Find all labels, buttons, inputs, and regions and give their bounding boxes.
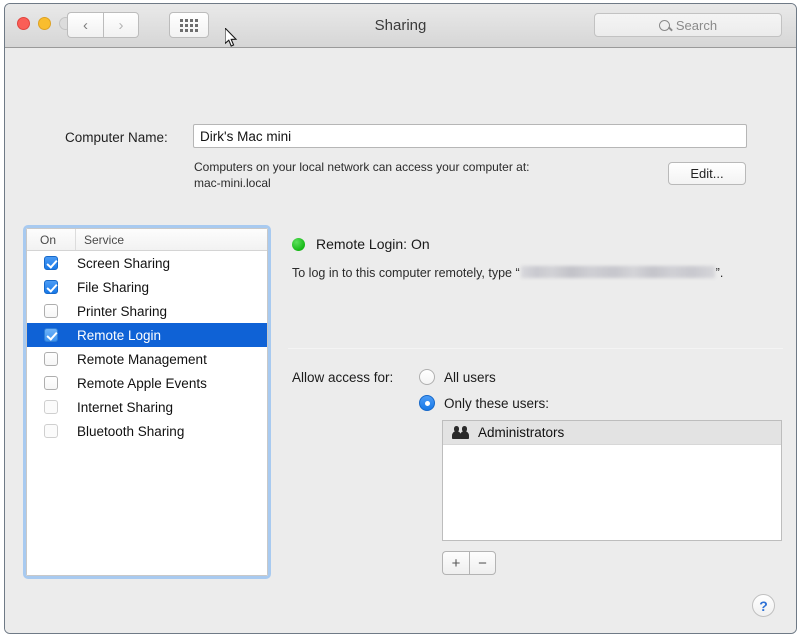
computer-name-label: Computer Name: [65,130,168,145]
service-checkbox[interactable] [44,256,58,270]
allowed-user-row[interactable]: Administrators [443,421,781,445]
service-checkbox[interactable] [44,328,58,342]
allowed-users-rows-container: Administrators [443,421,781,445]
sharing-preferences-window: ‹ › Sharing Search Computer Name: Dirk's [4,3,797,634]
remote-login-hint-prefix: To log in to this computer remotely, typ… [292,266,520,280]
service-row[interactable]: Remote Login [27,323,267,347]
remote-login-hint-suffix: ”. [715,266,724,280]
radio-all-users-button[interactable] [419,369,435,385]
services-list-header: On Service [27,229,267,251]
column-header-service: Service [75,229,267,250]
add-user-button[interactable]: + [442,551,469,575]
service-name-label: Bluetooth Sharing [77,423,185,439]
services-list[interactable]: On Service Screen Sharing File Sharing Pri… [23,225,271,579]
service-name-label: Remote Apple Events [77,375,207,391]
service-checkbox[interactable] [44,352,58,366]
service-name-label: Remote Login [77,327,162,343]
remote-login-hint: To log in to this computer remotely, typ… [292,265,723,280]
service-row[interactable]: Bluetooth Sharing [27,419,267,443]
services-list-inner: On Service Screen Sharing File Sharing Pri… [26,228,268,576]
service-name-label: Internet Sharing [77,399,174,415]
service-status-text: Remote Login: On [316,236,430,252]
edit-hostname-button[interactable]: Edit... [668,162,746,185]
allowed-user-name: Administrators [478,425,565,440]
window-titlebar: ‹ › Sharing Search [5,4,796,48]
group-icon [452,426,469,439]
radio-only-these-users[interactable]: Only these users: [419,395,549,411]
computer-name-input[interactable]: Dirk's Mac mini [193,124,747,148]
service-name-label: File Sharing [77,279,150,295]
service-checkbox[interactable] [44,376,58,390]
search-icon [658,19,670,31]
local-hostname: mac-mini.local [194,176,271,190]
service-name-label: Screen Sharing [77,255,171,271]
search-input[interactable]: Search [594,13,782,37]
column-header-on: On [40,232,57,247]
help-button[interactable]: ? [752,594,775,617]
preferences-content: Computer Name: Dirk's Mac mini Computers… [5,48,796,633]
network-access-note-line1: Computers on your local network can acce… [194,160,530,174]
service-checkbox[interactable] [44,304,58,318]
radio-only-these-users-button[interactable] [419,395,435,411]
allow-access-label: Allow access for: [292,370,394,385]
network-access-note: Computers on your local network can acce… [194,159,644,191]
service-name-label: Remote Management [77,351,207,367]
computer-name-value: Dirk's Mac mini [200,128,292,144]
allowed-users-list[interactable]: Administrators [442,420,782,541]
services-rows-container: Screen Sharing File Sharing Printer Sharin… [27,251,267,443]
remove-user-button[interactable]: − [469,551,496,575]
radio-all-users-label: All users [444,369,496,385]
service-checkbox[interactable] [44,424,58,438]
redacted-command-text [520,266,715,278]
service-row[interactable]: Screen Sharing [27,251,267,275]
search-placeholder: Search [675,17,718,33]
service-checkbox[interactable] [44,280,58,294]
service-row[interactable]: Internet Sharing [27,395,267,419]
user-list-controls: + − [442,551,496,575]
status-indicator-icon [292,237,305,251]
service-name-label: Printer Sharing [77,303,168,319]
service-row[interactable]: Remote Management [27,347,267,371]
section-divider [288,348,783,349]
service-status: Remote Login: On [292,236,430,252]
service-row[interactable]: File Sharing [27,275,267,299]
service-checkbox[interactable] [44,400,58,414]
service-row[interactable]: Remote Apple Events [27,371,267,395]
radio-only-these-users-label: Only these users: [444,395,550,411]
radio-all-users[interactable]: All users [419,369,496,385]
service-row[interactable]: Printer Sharing [27,299,267,323]
